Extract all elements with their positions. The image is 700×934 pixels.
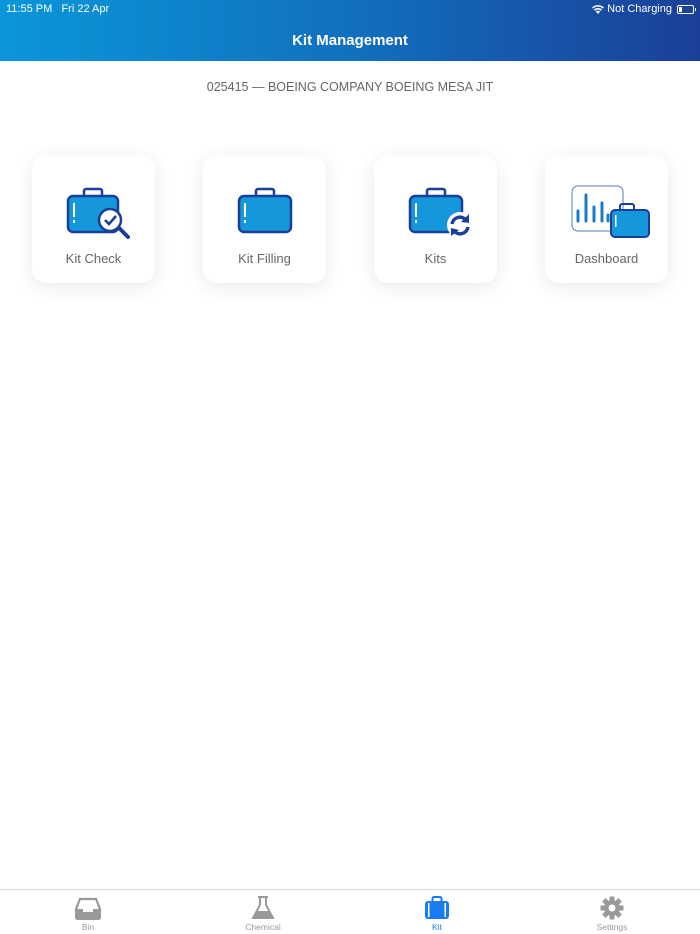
wifi-icon: [592, 4, 605, 14]
kit-check-card[interactable]: Kit Check: [32, 155, 155, 283]
tab-settings-label: Settings: [596, 922, 628, 932]
kit-check-label: Kit Check: [65, 251, 122, 266]
status-time: 11:55 PM Fri 22 Apr: [6, 3, 110, 15]
charging-status: Not Charging: [607, 3, 672, 15]
dashboard-card[interactable]: Dashboard: [545, 155, 668, 283]
suitcase-icon: [425, 896, 449, 919]
tab-settings[interactable]: Settings: [552, 890, 672, 934]
gear-icon: [600, 896, 624, 920]
tab-bin-label: Bin: [81, 922, 95, 932]
tab-chemical-label: Chemical: [245, 922, 281, 932]
app-header: 11:55 PM Fri 22 Apr Not Charging Kit Man…: [0, 0, 700, 61]
tray-icon: [75, 897, 101, 920]
flask-icon: [251, 896, 275, 919]
tab-chemical[interactable]: Chemical: [203, 890, 323, 934]
tab-bar: Bin Chemical Kit Settings: [0, 889, 700, 934]
dashboard-label: Dashboard: [574, 251, 639, 266]
kit-filling-card[interactable]: Kit Filling: [203, 155, 326, 283]
kits-card[interactable]: Kits: [374, 155, 497, 283]
tab-kit[interactable]: Kit: [377, 890, 497, 934]
page-title: Kit Management: [292, 32, 408, 49]
suitcase-icon: [237, 187, 293, 234]
tab-kit-label: Kit: [432, 922, 442, 932]
battery-icon: [677, 4, 696, 14]
account-label: 025415 — BOEING COMPANY BOEING MESA JIT: [206, 80, 494, 94]
status-indicators: Not Charging: [592, 3, 696, 15]
kit-filling-label: Kit Filling: [238, 251, 291, 266]
tab-bin[interactable]: Bin: [28, 890, 148, 934]
dashboard-chart-icon: [571, 185, 650, 238]
kits-label: Kits: [424, 251, 447, 266]
kit-check-icon: [66, 187, 130, 239]
kits-refresh-icon: [408, 187, 473, 238]
